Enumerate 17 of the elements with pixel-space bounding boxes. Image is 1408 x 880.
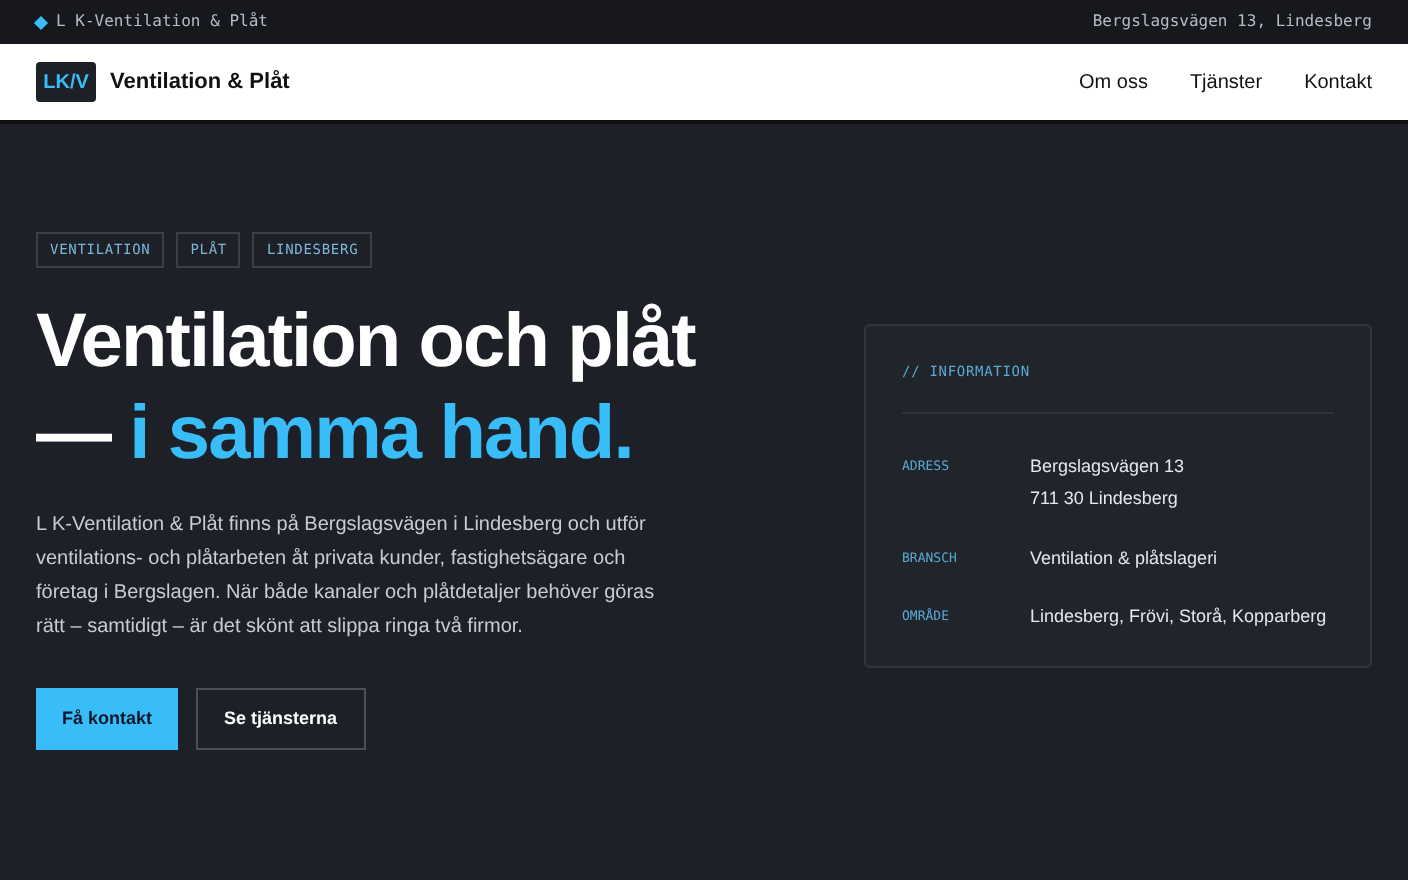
nav-link[interactable]: Om oss [1079, 67, 1148, 97]
nav-link[interactable]: Kontakt [1304, 67, 1372, 97]
address-text: Bergslagsvägen 13, Lindesberg [1092, 10, 1372, 34]
nav-link[interactable]: Tjänster [1189, 67, 1263, 97]
contact-button[interactable]: Få kontakt [36, 688, 179, 750]
site-title: Ventilation & Plåt [110, 67, 290, 98]
services-button[interactable]: Se tjänsterna [196, 688, 366, 750]
hero-accent: i samma hand. [129, 392, 633, 476]
info-value: Bergslagsvägen 13 [1030, 453, 1185, 480]
hero-paragraph: L K-Ventilation & Plåt finns på Bergslagsvägen i Lindesberg och utför ventilations- och plåtarbeten åt privata kunder, fastighetsägare och företag i Bergslagen. När både kanaler och plåtdetaljer behöver göras rätt – samtidigt – är det skönt att slippa ringa två firmor. [36, 512, 657, 642]
hero-title: Ventilation och plåt [36, 298, 696, 388]
brand-text: L K-Ventilation & Plåt [56, 10, 268, 34]
dash-text: — [36, 392, 111, 476]
info-value: 711 30 Lindesberg [1030, 486, 1180, 512]
logo[interactable]: LK/V [36, 62, 96, 102]
info-value: Lindesberg, Frövi, Storå, Kopparberg [1030, 604, 1327, 630]
info-value: Ventilation & plåtslageri [1030, 545, 1218, 572]
